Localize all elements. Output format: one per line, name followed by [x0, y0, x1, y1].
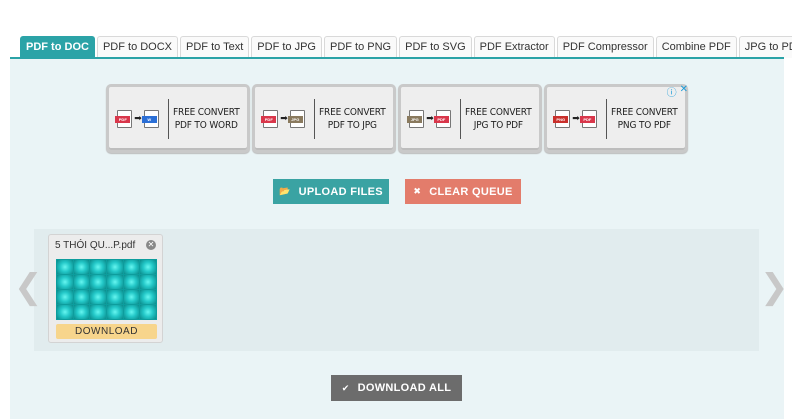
- remove-file-icon[interactable]: ✕: [146, 240, 156, 250]
- from-file-icon: PDF: [261, 115, 277, 123]
- arrow-icon: ➡: [572, 113, 580, 123]
- tab-jpg-to-pdf[interactable]: JPG to PDF: [738, 36, 792, 58]
- ad-line2: JPG TO PDF: [473, 119, 523, 131]
- ad-line1: FREE CONVERT: [173, 106, 240, 118]
- divider: [460, 98, 462, 139]
- divider: [606, 98, 608, 139]
- tab-pdf-to-jpg[interactable]: PDF to JPG: [251, 36, 322, 58]
- info-icon[interactable]: ⓘ: [667, 84, 677, 99]
- from-file-icon: PDF: [115, 115, 131, 123]
- adchoices: ⓘ ✕: [667, 84, 688, 99]
- ad-line2: PDF TO JPG: [327, 119, 377, 131]
- divider: [168, 98, 170, 139]
- folder-open-icon: 📂: [279, 186, 291, 196]
- x-icon: ✖: [413, 186, 422, 196]
- ad-pdf-to-word[interactable]: PDF ➡ W FREE CONVERT PDF TO WORD: [106, 84, 250, 153]
- file-card: 5 THÓI QU...P.pdf ✕ DOWNLOAD: [48, 234, 163, 343]
- from-file-icon: PNG: [553, 115, 569, 123]
- ad-line1: FREE CONVERT: [465, 106, 532, 118]
- ad-line2: PNG TO PDF: [617, 119, 671, 131]
- download-all-label: DOWNLOAD ALL: [357, 382, 452, 394]
- ad-line1: FREE CONVERT: [319, 106, 386, 118]
- ad-jpg-to-pdf[interactable]: JPG ➡ PDF FREE CONVERT JPG TO PDF: [398, 84, 542, 153]
- file-thumbnail: [56, 259, 157, 320]
- to-file-icon: JPG: [287, 115, 303, 123]
- upload-files-button[interactable]: 📂 UPLOAD FILES: [273, 179, 389, 204]
- file-convert-icon: PDF ➡ JPG: [255, 109, 310, 128]
- tab-pdf-to-svg[interactable]: PDF to SVG: [399, 36, 472, 58]
- tab-pdf-compressor[interactable]: PDF Compressor: [556, 36, 654, 58]
- tab-pdf-to-png[interactable]: PDF to PNG: [323, 36, 398, 58]
- download-all-button[interactable]: ✔ DOWNLOAD ALL: [331, 375, 462, 401]
- to-file-icon: PDF: [433, 115, 449, 123]
- ad-pdf-to-jpg[interactable]: PDF ➡ JPG FREE CONVERT PDF TO JPG: [252, 84, 396, 153]
- tab-bar: PDF to DOC PDF to DOCX PDF to Text PDF t…: [20, 36, 792, 58]
- arrow-icon: ➡: [426, 113, 434, 123]
- clear-queue-button[interactable]: ✖ CLEAR QUEUE: [405, 179, 521, 204]
- ad-banner: PDF ➡ W FREE CONVERT PDF TO WORD PDF ➡ J…: [106, 84, 688, 154]
- file-convert-icon: PDF ➡ W: [109, 109, 164, 128]
- from-file-icon: JPG: [407, 115, 423, 123]
- tab-pdf-extractor[interactable]: PDF Extractor: [473, 36, 555, 58]
- to-file-icon: PDF: [579, 115, 595, 123]
- tab-pdf-to-doc[interactable]: PDF to DOC: [20, 36, 95, 58]
- check-icon: ✔: [341, 382, 350, 393]
- divider: [314, 98, 316, 139]
- ad-line2: PDF TO WORD: [174, 119, 238, 131]
- clear-queue-label: CLEAR QUEUE: [429, 185, 513, 198]
- tab-pdf-to-docx[interactable]: PDF to DOCX: [96, 36, 179, 58]
- upload-files-label: UPLOAD FILES: [298, 185, 383, 198]
- file-convert-icon: JPG ➡ PDF: [401, 109, 456, 128]
- download-button[interactable]: DOWNLOAD: [56, 324, 157, 339]
- ad-line1: FREE CONVERT: [611, 106, 678, 118]
- to-file-icon: W: [141, 115, 157, 123]
- arrow-icon: ➡: [280, 113, 288, 123]
- file-convert-icon: PNG ➡ PDF: [547, 109, 602, 128]
- tab-combine-pdf[interactable]: Combine PDF: [655, 36, 737, 58]
- tab-pdf-to-text[interactable]: PDF to Text: [180, 36, 250, 58]
- next-arrow-icon[interactable]: ❯: [760, 270, 789, 304]
- file-name: 5 THÓI QU...P.pdf: [55, 240, 136, 251]
- close-icon[interactable]: ✕: [680, 84, 688, 99]
- arrow-icon: ➡: [134, 113, 142, 123]
- prev-arrow-icon[interactable]: ❮: [14, 270, 43, 304]
